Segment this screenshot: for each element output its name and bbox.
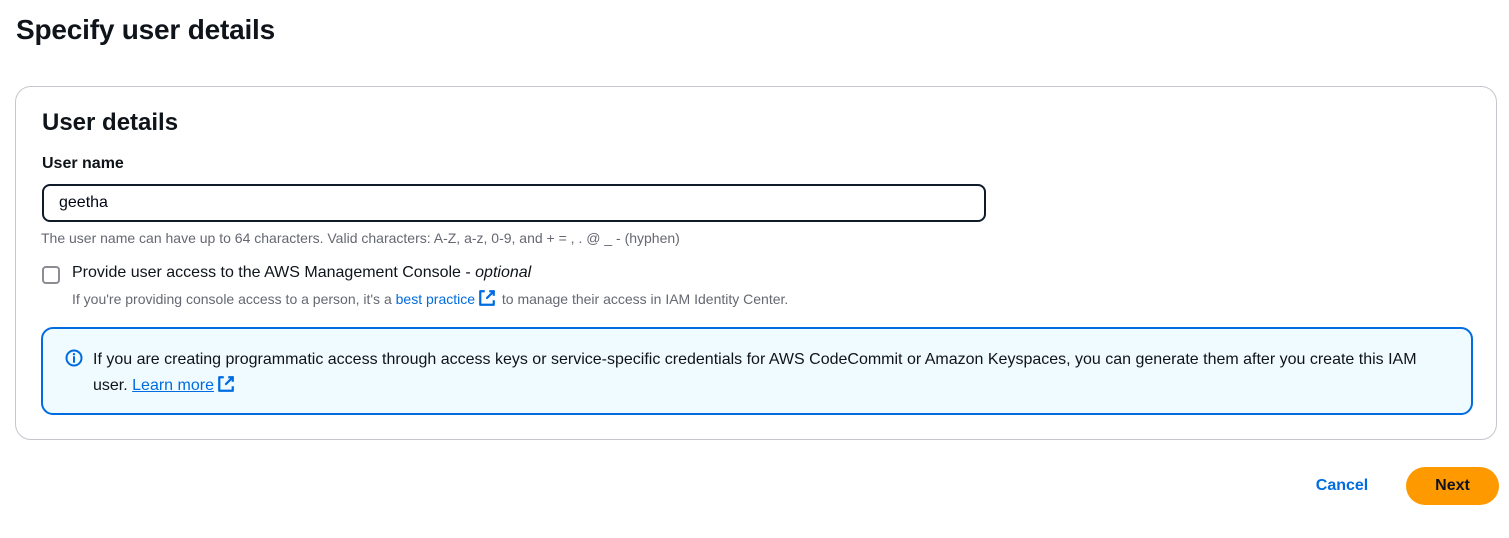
console-access-desc-before: If you're providing console access to a … [72, 291, 396, 307]
info-icon [65, 349, 83, 367]
cancel-button[interactable]: Cancel [1296, 467, 1388, 505]
console-access-label-text: Provide user access to the AWS Managemen… [72, 264, 476, 281]
external-link-icon [218, 376, 234, 392]
section-title: User details [42, 109, 179, 136]
user-name-constraint: The user name can have up to 64 characte… [41, 230, 680, 246]
console-access-label[interactable]: Provide user access to the AWS Managemen… [72, 264, 531, 282]
user-name-input[interactable] [42, 184, 986, 222]
console-access-desc-after: to manage their access in IAM Identity C… [498, 291, 789, 307]
console-access-description: If you're providing console access to a … [72, 289, 788, 307]
page-title: Specify user details [16, 14, 276, 45]
external-link-icon [479, 290, 495, 306]
info-alert-text: If you are creating programmatic access … [93, 347, 1453, 399]
console-access-checkbox[interactable] [42, 266, 60, 284]
learn-more-link-text: Learn more [132, 377, 214, 394]
user-details-container: User details User name The user name can… [15, 86, 1497, 440]
next-button[interactable]: Next [1406, 467, 1499, 505]
info-alert: If you are creating programmatic access … [41, 327, 1473, 415]
optional-label: optional [475, 264, 532, 281]
learn-more-link[interactable]: Learn more [132, 376, 237, 394]
user-name-label: User name [42, 155, 124, 172]
best-practice-link-text: best practice [395, 291, 476, 307]
info-alert-message: If you are creating programmatic access … [93, 351, 1417, 394]
best-practice-link[interactable]: best practice [395, 290, 498, 307]
